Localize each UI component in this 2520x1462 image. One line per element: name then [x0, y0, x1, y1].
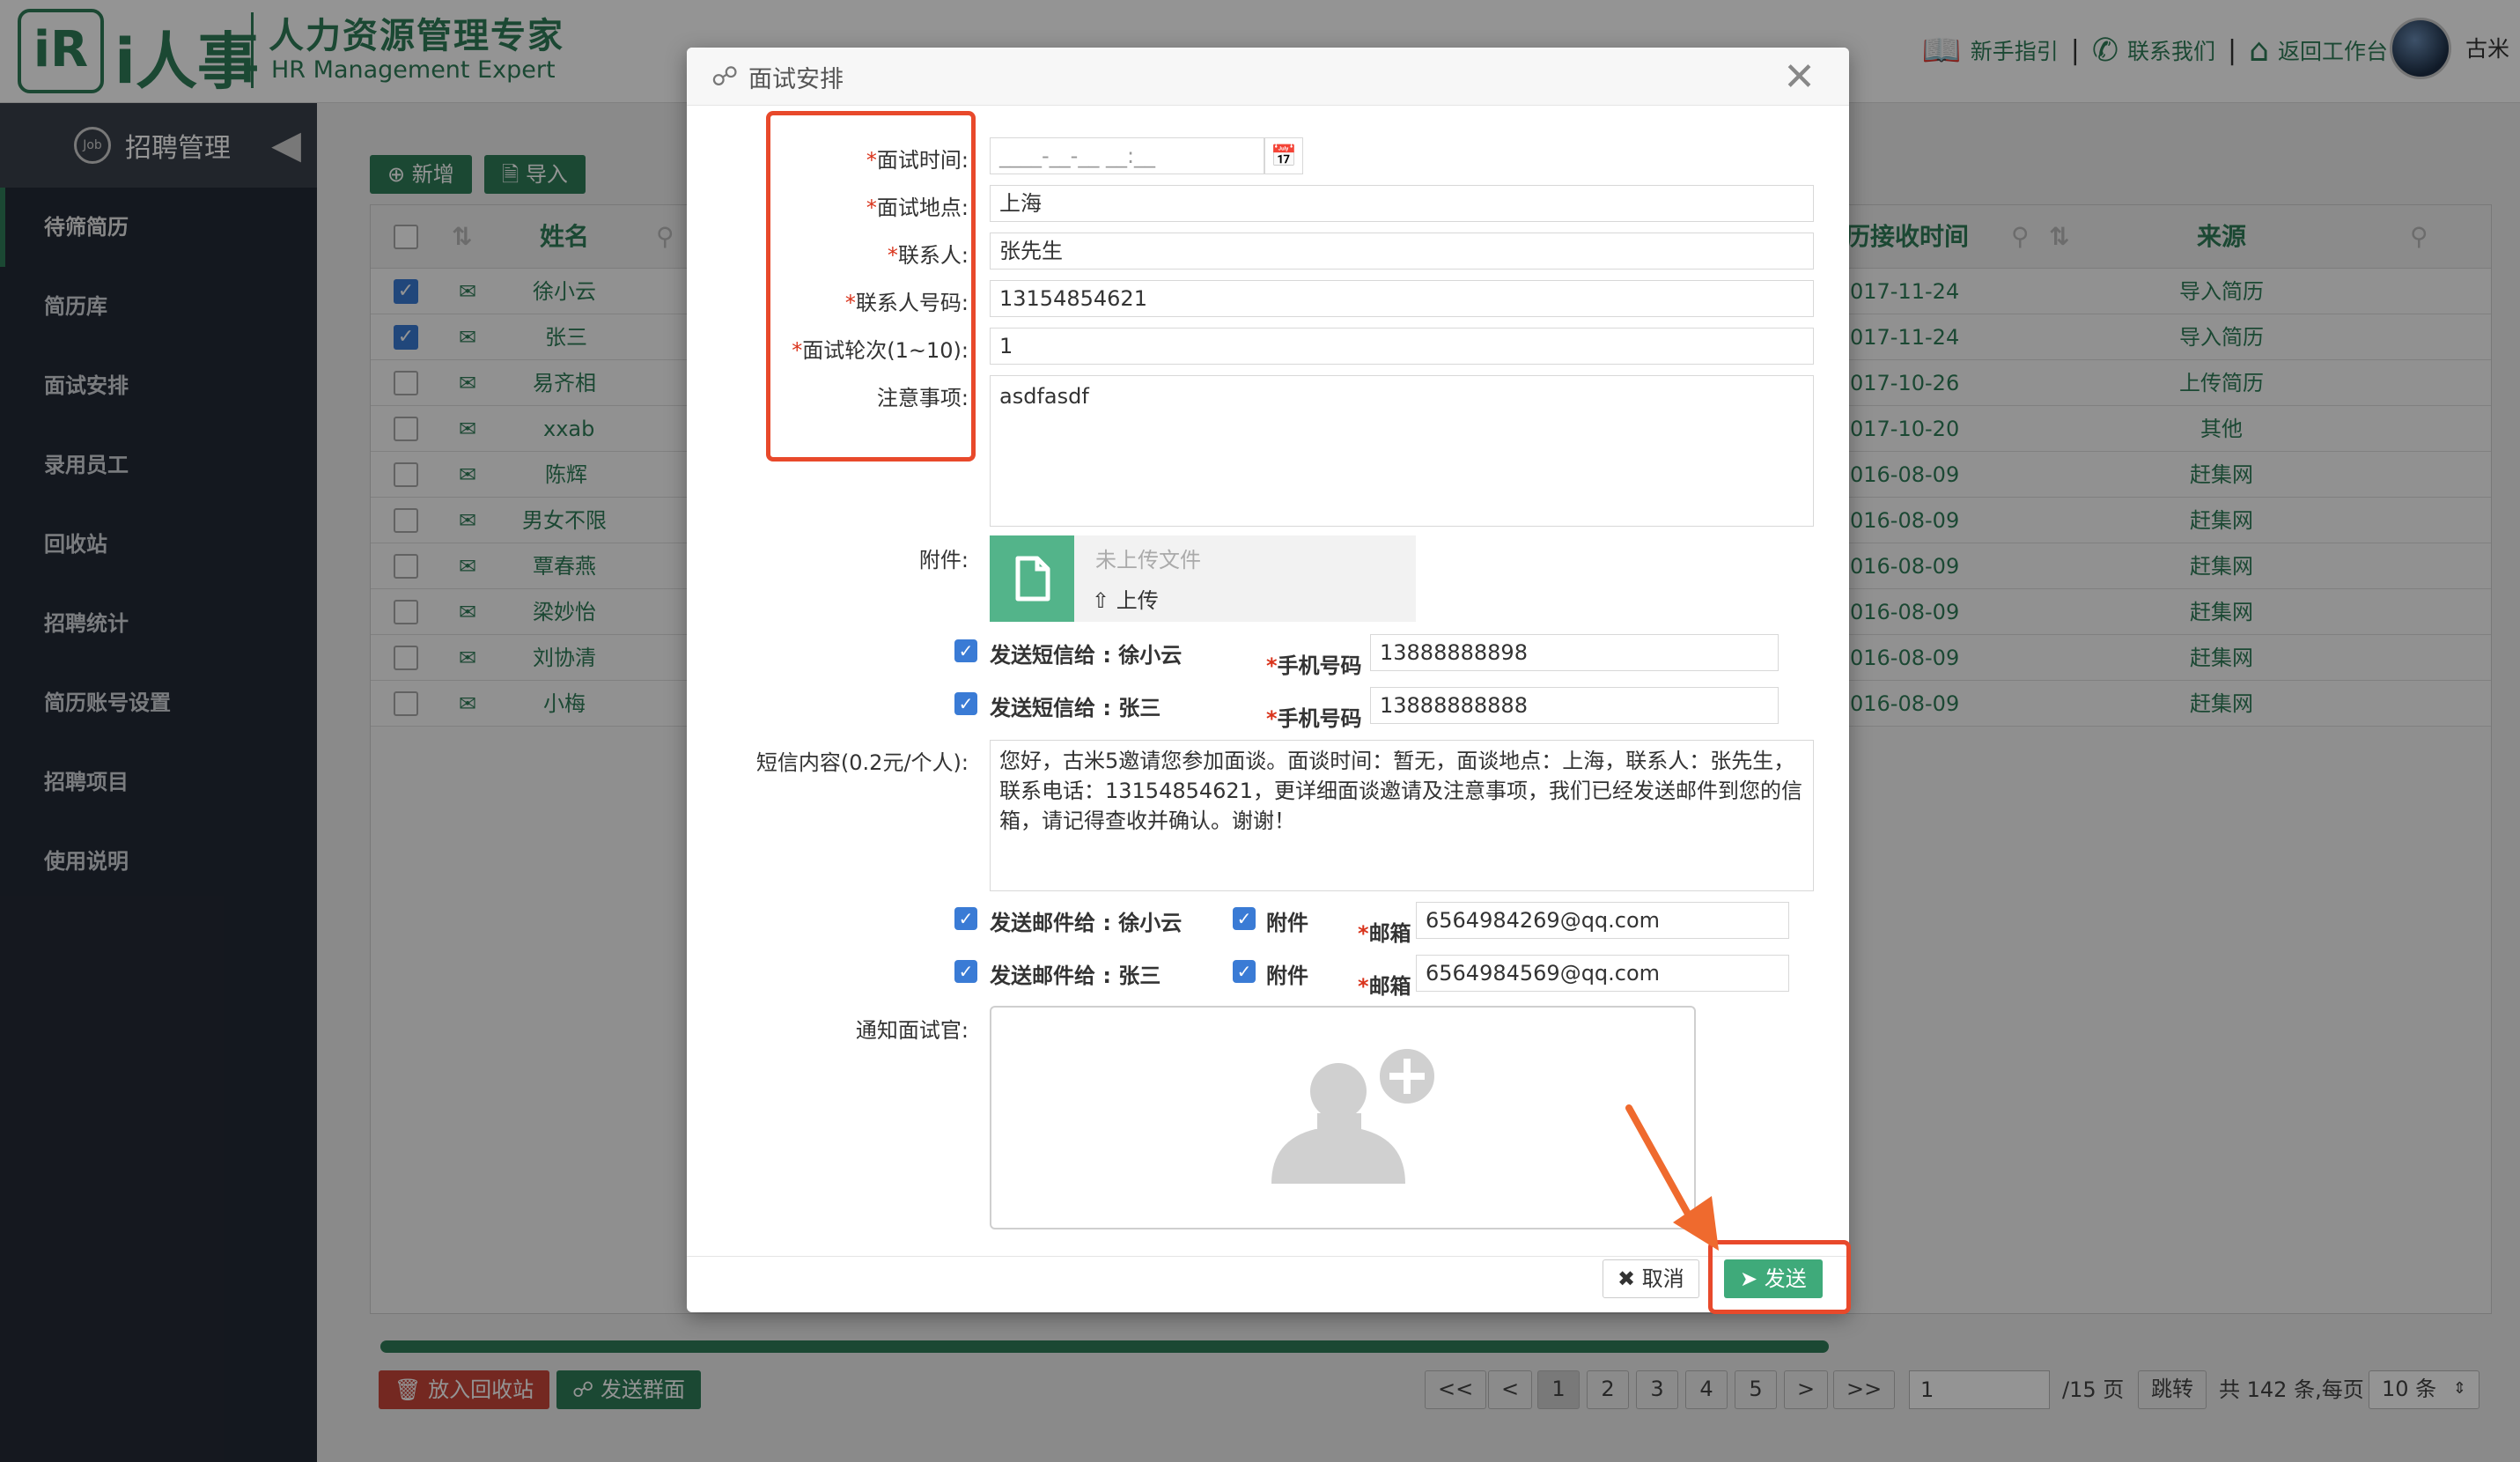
close-icon[interactable]: ✕ — [1783, 55, 1816, 100]
share-icon: ☍ — [711, 62, 739, 92]
email-attach-label: 附件 — [1266, 964, 1308, 988]
phone-label: *手机号码 — [1266, 706, 1362, 731]
contact-phone-input[interactable]: 13154854621 — [990, 280, 1814, 317]
sms-phone-input[interactable]: 13888888898 — [1370, 634, 1779, 671]
email-input[interactable]: 6564984569@qq.com — [1416, 955, 1789, 992]
add-user-icon[interactable] — [991, 1008, 1696, 1228]
phone-label: *手机号码 — [1266, 653, 1362, 678]
calendar-icon[interactable]: 📅 — [1264, 137, 1303, 174]
close-icon: ✖ — [1617, 1266, 1636, 1291]
sms-checkbox[interactable]: ✓ — [954, 639, 977, 662]
sms-checkbox[interactable]: ✓ — [954, 692, 977, 715]
notify-interviewer-area[interactable] — [990, 1006, 1696, 1229]
round-input[interactable]: 1 — [990, 328, 1814, 365]
sms-recipient-label: 发送短信给 : 张三 — [990, 696, 1161, 720]
highlight-box-send — [1708, 1240, 1851, 1314]
no-file-text: 未上传文件 — [1095, 548, 1201, 572]
time-input[interactable]: ____-__-__ __:__ — [990, 137, 1264, 174]
email-checkbox[interactable]: ✓ — [954, 960, 977, 983]
place-input[interactable]: 上海 — [990, 185, 1814, 222]
email-attach-label: 附件 — [1266, 911, 1308, 935]
notes-textarea[interactable]: asdfasdf — [990, 375, 1814, 527]
email-attach-checkbox[interactable]: ✓ — [1233, 907, 1256, 930]
dialog-title: 面试安排 — [748, 66, 844, 93]
email-label: *邮箱 — [1358, 921, 1411, 946]
dialog-header: ☍ 面试安排 ✕ — [687, 48, 1849, 106]
notify-label: 通知面试官: — [855, 1018, 969, 1043]
highlight-box-required — [766, 111, 976, 461]
upload-icon: ⇧ — [1092, 588, 1110, 613]
email-checkbox[interactable]: ✓ — [954, 907, 977, 930]
sms-recipient-label: 发送短信给 : 徐小云 — [990, 643, 1183, 668]
upload-button[interactable]: ⇧ 上传 — [1092, 583, 1159, 614]
sms-content-label: 短信内容(0.2元/个人): — [755, 750, 969, 775]
email-input[interactable]: 6564984269@qq.com — [1416, 902, 1789, 939]
annotation-arrow-icon — [1625, 1104, 1719, 1251]
email-attach-checkbox[interactable]: ✓ — [1233, 960, 1256, 983]
sms-content-textarea[interactable]: 您好，古米5邀请您参加面谈。面谈时间：暂无，面谈地点：上海，联系人：张先生，联系… — [990, 740, 1814, 891]
email-recipient-label: 发送邮件给 : 徐小云 — [990, 911, 1183, 935]
contact-input[interactable]: 张先生 — [990, 233, 1814, 270]
attachment-label: 附件: — [918, 548, 969, 572]
email-recipient-label: 发送邮件给 : 张三 — [990, 964, 1161, 988]
email-label: *邮箱 — [1358, 974, 1411, 999]
upload-area: 未上传文件 ⇧ 上传 — [990, 535, 1416, 622]
file-icon — [990, 535, 1074, 622]
sms-phone-input[interactable]: 13888888888 — [1370, 687, 1779, 724]
cancel-button[interactable]: ✖ 取消 — [1603, 1259, 1699, 1298]
